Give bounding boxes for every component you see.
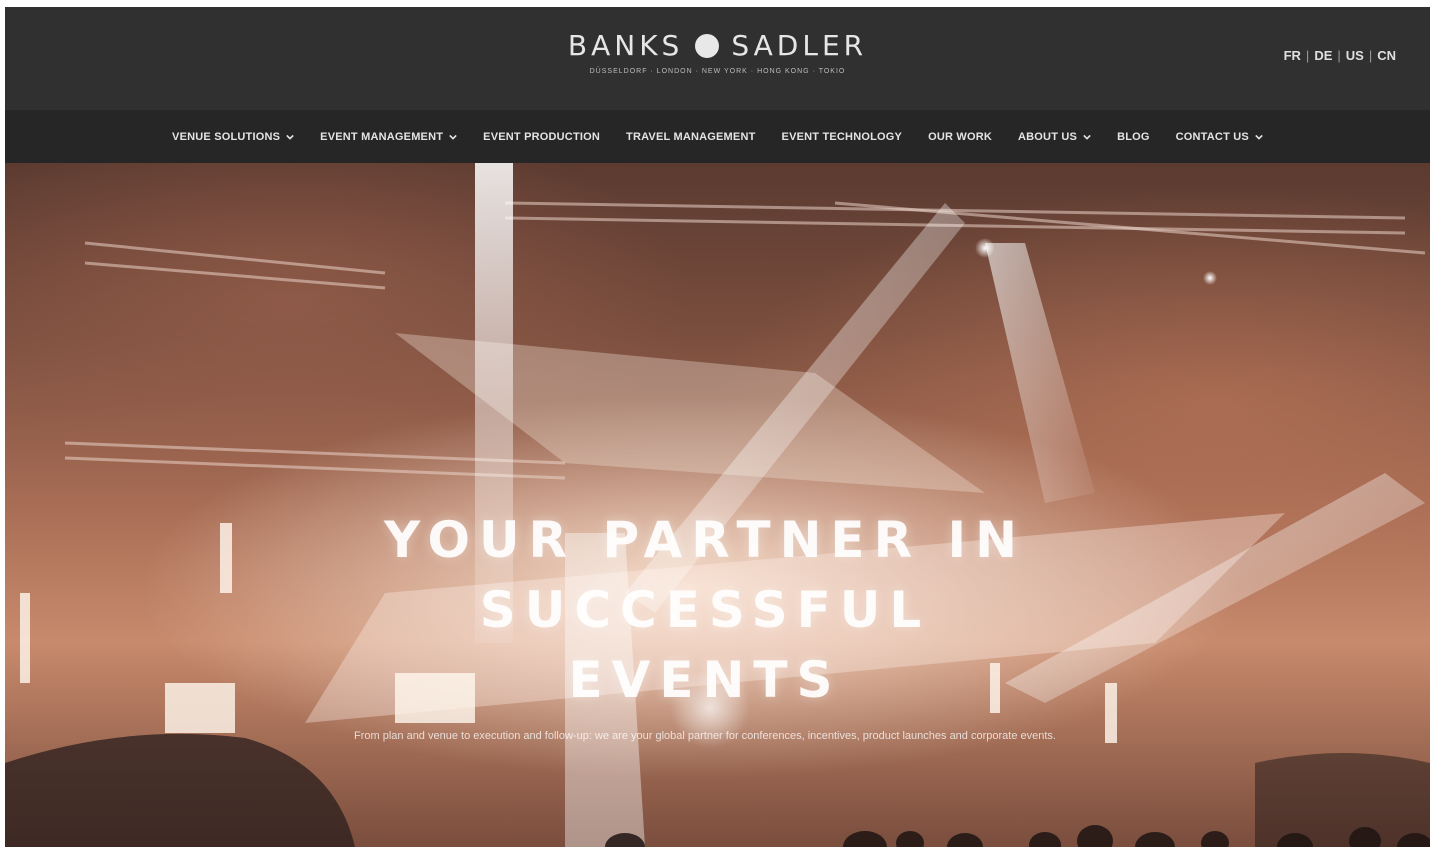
lang-separator: | [1337,48,1341,63]
nav-label: EVENT MANAGEMENT [320,130,444,143]
logo-tagline: DÜSSELDORF · LONDON · NEW YORK · HONG KO… [589,68,846,75]
lang-fr[interactable]: FR [1284,48,1301,63]
nav-label: OUR WORK [928,130,993,143]
main-nav: VENUE SOLUTIONS EVENT MANAGEMENT EVENT P… [5,110,1430,163]
page-frame: BANKS SADLER DÜSSELDORF · LONDON · NEW Y… [5,7,1430,847]
nav-event-management[interactable]: EVENT MANAGEMENT [307,131,470,143]
nav-label: ABOUT US [1018,130,1078,143]
language-switcher: FR | DE | US | CN [1284,48,1396,63]
hero-subtitle: From plan and venue to execution and fol… [354,730,1056,742]
nav-label: EVENT TECHNOLOGY [781,130,903,143]
lang-de[interactable]: DE [1314,48,1332,63]
lang-us[interactable]: US [1346,48,1364,63]
nav-label: CONTACT US [1175,130,1249,143]
lang-cn[interactable]: CN [1377,48,1396,63]
nav-event-production[interactable]: EVENT PRODUCTION [470,131,613,143]
chevron-down-icon [286,134,294,140]
lang-separator: | [1368,48,1373,63]
chevron-down-icon [449,134,457,140]
site-header: BANKS SADLER DÜSSELDORF · LONDON · NEW Y… [5,7,1430,110]
lang-separator: | [1305,48,1310,63]
nav-contact-us[interactable]: CONTACT US [1163,131,1276,143]
logo-dot-icon [695,33,720,58]
logo-name-left: BANKS [567,29,684,62]
nav-blog[interactable]: BLOG [1104,131,1163,143]
hero-banner: YOUR PARTNER IN SUCCESSFUL EVENTS From p… [5,163,1430,847]
nav-label: EVENT PRODUCTION [483,130,601,143]
nav-event-technology[interactable]: EVENT TECHNOLOGY [769,131,916,143]
chevron-down-icon [1255,134,1263,140]
nav-label: TRAVEL MANAGEMENT [626,130,756,143]
hero-title: YOUR PARTNER IN SUCCESSFUL EVENTS [384,511,1026,709]
logo[interactable]: BANKS SADLER DÜSSELDORF · LONDON · NEW Y… [5,29,1430,75]
nav-travel-management[interactable]: TRAVEL MANAGEMENT [613,131,769,143]
logo-wordmark: BANKS SADLER [568,29,867,62]
chevron-down-icon [1083,134,1091,140]
nav-about-us[interactable]: ABOUT US [1005,131,1104,143]
nav-label: BLOG [1117,130,1150,143]
nav-label: VENUE SOLUTIONS [172,130,281,143]
logo-name-right: SADLER [731,29,868,62]
nav-venue-solutions[interactable]: VENUE SOLUTIONS [159,131,307,143]
nav-our-work[interactable]: OUR WORK [915,131,1005,143]
